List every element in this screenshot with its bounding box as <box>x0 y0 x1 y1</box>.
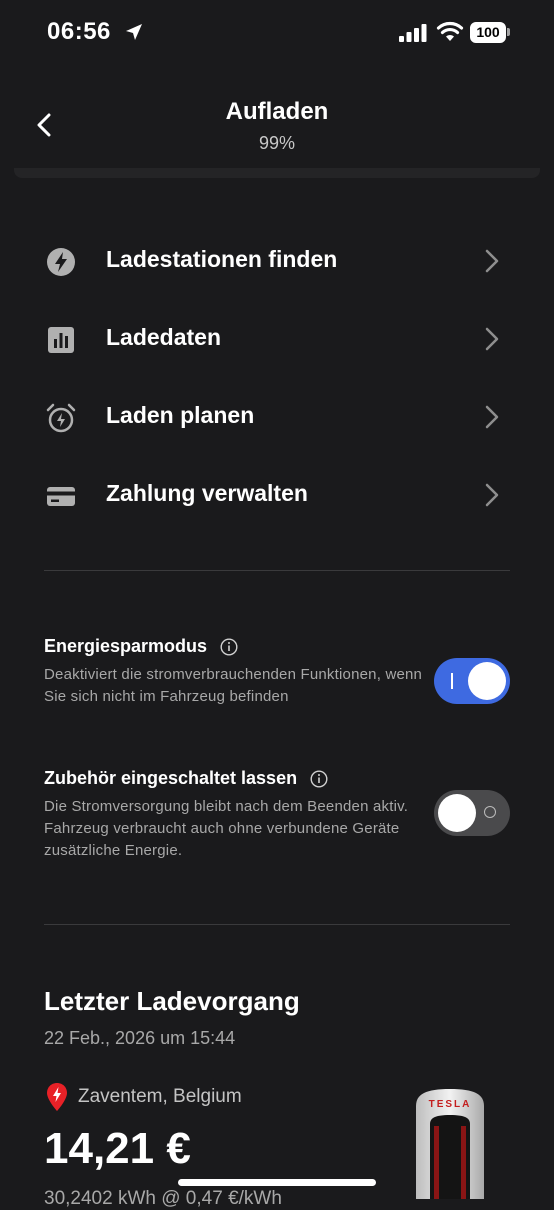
bolt-circle-icon <box>47 248 75 276</box>
cellular-signal-icon <box>399 24 427 42</box>
menu-item-label: Ladestationen finden <box>106 246 338 272</box>
setting-title: Energiesparmodus <box>44 636 238 657</box>
page-header: Aufladen 99% <box>0 88 554 168</box>
status-time: 06:56 <box>47 18 111 45</box>
charge-level: 99% <box>258 133 296 153</box>
location-arrow-icon <box>126 24 142 40</box>
chevron-right-icon <box>485 327 499 351</box>
bar-chart-icon <box>48 327 74 353</box>
menu-item-label: Zahlung verwalten <box>106 480 308 506</box>
chevron-right-icon <box>485 405 499 429</box>
setting-title-text: Energiesparmodus <box>44 636 208 656</box>
menu-item-manage-payment[interactable]: Zahlung verwalten <box>0 456 554 534</box>
battery-level: 100 <box>470 22 506 43</box>
chevron-right-icon <box>485 249 499 273</box>
last-session-title: Letzter Ladevorgang <box>44 986 300 1016</box>
menu-item-schedule-charging[interactable]: Laden planen <box>0 378 554 456</box>
battery-tip <box>507 28 510 36</box>
setting-description: Die Stromversorgung bleibt nach dem Been… <box>44 798 409 859</box>
toggle-on-mark <box>451 673 453 689</box>
section-divider <box>44 570 510 571</box>
credit-card-icon <box>47 487 75 506</box>
accessory-power-toggle[interactable] <box>434 790 510 836</box>
wifi-icon <box>436 21 464 41</box>
toggle-knob <box>438 794 476 832</box>
battery-indicator: 100 <box>470 22 510 43</box>
menu-item-charge-stats[interactable]: Ladedaten <box>0 300 554 378</box>
alarm-clock-icon <box>46 403 76 433</box>
last-session-location: Zaventem, Belgium <box>78 1086 242 1107</box>
menu-item-label: Ladedaten <box>106 324 222 350</box>
status-bar: 06:56 100 <box>0 0 554 66</box>
last-session-date: 22 Feb., 2026 um 15:44 <box>44 1028 236 1048</box>
charger-brand-label: TESLA <box>429 1099 472 1110</box>
info-icon[interactable] <box>220 638 238 656</box>
info-icon[interactable] <box>310 770 328 788</box>
section-divider <box>44 924 510 925</box>
supercharger-image: TESLA <box>416 1089 484 1199</box>
last-session-price: 14,21 € <box>44 1124 191 1173</box>
header-divider <box>14 168 540 178</box>
chevron-right-icon <box>485 483 499 507</box>
home-indicator <box>178 1179 376 1186</box>
menu-item-label: Laden planen <box>106 402 255 428</box>
toggle-off-mark <box>484 806 496 818</box>
setting-title-text: Zubehör eingeschaltet lassen <box>44 768 298 788</box>
setting-title: Zubehör eingeschaltet lassen <box>44 768 328 789</box>
last-session-energy: 30,2402 kWh @ 0,47 €/kWh <box>44 1188 282 1209</box>
toggle-knob <box>468 662 506 700</box>
energy-saving-toggle[interactable] <box>434 658 510 704</box>
menu-item-find-chargers[interactable]: Ladestationen finden <box>0 222 554 300</box>
page-title: Aufladen <box>225 98 329 125</box>
setting-description: Deaktiviert die stromverbrauchenden Funk… <box>44 666 423 705</box>
supercharger-pin-icon <box>47 1083 67 1111</box>
